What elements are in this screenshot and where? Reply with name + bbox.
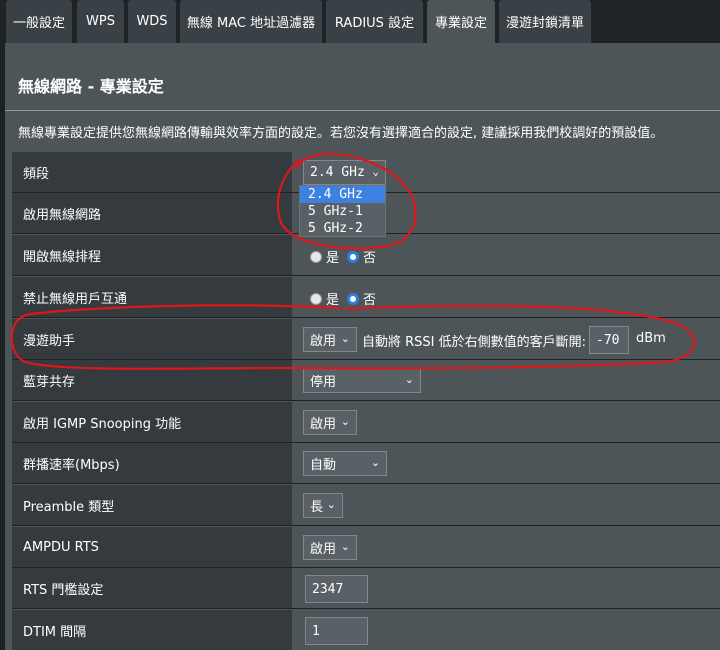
- chevron-down-icon: ⌄: [340, 540, 350, 553]
- tab-mac-filter[interactable]: 無線 MAC 地址過濾器: [180, 0, 322, 43]
- radio-schedule-no-label: 否: [363, 251, 377, 266]
- preamble-select[interactable]: 長 ⌄: [303, 493, 343, 518]
- tab-radius[interactable]: RADIUS 設定: [326, 0, 423, 43]
- rts-input[interactable]: 2347: [305, 575, 368, 603]
- row-igmp-snooping: 啟用 IGMP Snooping 功能 啟用 ⌄: [12, 402, 720, 443]
- page-description: 無線專業設定提供您無線網路傳輸與效率方面的設定。若您沒有選擇適合的設定, 建議採…: [18, 126, 664, 141]
- ap-isolation-no-label: 否: [363, 293, 377, 308]
- tab-bar: 一般設定 WPS WDS 無線 MAC 地址過濾器 RADIUS 設定 專業設定…: [0, 0, 720, 43]
- rssi-unit: dBm: [636, 331, 666, 346]
- igmp-value-cell: 啟用 ⌄: [293, 402, 720, 442]
- radio-schedule-options: 是 否: [310, 247, 384, 266]
- radio-schedule-value-cell: 是 否: [293, 235, 720, 275]
- bluetooth-value-cell: 停用 ⌄: [293, 360, 720, 400]
- roaming-select-value: 啟用: [310, 334, 337, 349]
- roaming-description: 自動將 RSSI 低於右側數值的客戶斷開:: [362, 335, 587, 350]
- chevron-down-icon: ⌄: [370, 456, 380, 469]
- roaming-select[interactable]: 啟用 ⌄: [303, 327, 357, 352]
- ap-isolation-options: 是 否: [310, 289, 384, 308]
- ap-isolation-yes-label: 是: [326, 293, 340, 308]
- band-option-2g[interactable]: 2.4 GHz: [300, 186, 385, 203]
- chevron-down-icon: ⌄: [340, 332, 350, 345]
- dtim-value: 1: [312, 623, 320, 639]
- multicast-select[interactable]: 自動 ⌄: [303, 451, 387, 476]
- enable-radio-label: 啟用無線網路: [12, 193, 292, 233]
- igmp-select-value: 啟用: [310, 417, 337, 432]
- radio-schedule-yes-radio[interactable]: [310, 250, 322, 263]
- roaming-label: 漫遊助手: [12, 319, 292, 359]
- multicast-select-value: 自動: [310, 458, 337, 473]
- radio-schedule-yes-label: 是: [326, 251, 340, 266]
- rts-value: 2347: [312, 581, 344, 597]
- chevron-down-icon: ⌄: [326, 498, 336, 511]
- igmp-label: 啟用 IGMP Snooping 功能: [12, 402, 292, 442]
- preamble-value-cell: 長 ⌄: [293, 485, 720, 525]
- bluetooth-label: 藍芽共存: [12, 360, 292, 400]
- igmp-select[interactable]: 啟用 ⌄: [303, 410, 357, 435]
- row-radio-schedule: 開啟無線排程 是 否: [12, 235, 720, 276]
- chevron-down-icon: ⌄: [340, 415, 350, 428]
- band-option-5g1[interactable]: 5 GHz-1: [300, 203, 385, 220]
- title-divider: [5, 110, 720, 111]
- ampdu-value-cell: 啟用 ⌄: [293, 527, 720, 567]
- multicast-value-cell: 自動 ⌄: [293, 443, 720, 483]
- preamble-select-value: 長: [310, 500, 324, 515]
- ap-isolation-yes-radio[interactable]: [310, 292, 322, 305]
- dtim-input[interactable]: 1: [305, 617, 368, 645]
- bluetooth-select[interactable]: 停用 ⌄: [303, 368, 421, 393]
- band-select[interactable]: 2.4 GHz ⌄: [303, 160, 386, 185]
- page-title: 無線網路 - 專業設定: [18, 77, 164, 96]
- rts-label: RTS 門檻設定: [12, 568, 292, 608]
- row-rts-threshold: RTS 門檻設定 2347: [12, 568, 720, 609]
- band-option-5g2[interactable]: 5 GHz-2: [300, 220, 385, 237]
- radio-schedule-no-radio[interactable]: [347, 250, 360, 263]
- ap-isolation-value-cell: 是 否: [293, 277, 720, 317]
- row-multicast-rate: 群播速率(Mbps) 自動 ⌄: [12, 443, 720, 484]
- row-preamble: Preamble 類型 長 ⌄: [12, 485, 720, 526]
- row-ap-isolation: 禁止無線用戶互通 是 否: [12, 277, 720, 318]
- row-dtim-interval: DTIM 間隔 1: [12, 610, 720, 650]
- chevron-down-icon: ⌄: [372, 165, 379, 178]
- ampdu-label: AMPDU RTS: [12, 527, 292, 567]
- chevron-down-icon: ⌄: [404, 373, 414, 386]
- band-dropdown-list: 2.4 GHz 5 GHz-1 5 GHz-2: [299, 185, 386, 237]
- tab-wps[interactable]: WPS: [77, 0, 124, 43]
- bluetooth-select-value: 停用: [310, 375, 337, 390]
- rssi-value: -70: [596, 332, 620, 348]
- tab-roaming-block-list[interactable]: 漫遊封鎖清單: [499, 0, 591, 43]
- ampdu-select[interactable]: 啟用 ⌄: [303, 535, 357, 560]
- band-label: 頻段: [12, 152, 292, 192]
- rts-value-cell: 2347: [293, 568, 720, 608]
- ap-isolation-label: 禁止無線用戶互通: [12, 277, 292, 317]
- band-select-value: 2.4 GHz: [310, 165, 365, 180]
- multicast-label: 群播速率(Mbps): [12, 443, 292, 483]
- dtim-label: DTIM 間隔: [12, 610, 292, 650]
- row-bluetooth-coexistence: 藍芽共存 停用 ⌄: [12, 360, 720, 401]
- row-ampdu-rts: AMPDU RTS 啟用 ⌄: [12, 527, 720, 568]
- row-roaming-assistant: 漫遊助手 啟用 ⌄ 自動將 RSSI 低於右側數值的客戶斷開: -70 dBm: [12, 319, 720, 360]
- rssi-input[interactable]: -70: [589, 326, 629, 354]
- settings-panel: 無線網路 - 專業設定 無線專業設定提供您無線網路傳輸與效率方面的設定。若您沒有…: [5, 43, 720, 650]
- ampdu-select-value: 啟用: [310, 542, 337, 557]
- radio-schedule-label: 開啟無線排程: [12, 235, 292, 275]
- tab-professional[interactable]: 專業設定: [427, 0, 495, 43]
- tab-general[interactable]: 一般設定: [6, 0, 72, 43]
- preamble-label: Preamble 類型: [12, 485, 292, 525]
- tab-wds[interactable]: WDS: [128, 0, 176, 43]
- roaming-value-cell: 啟用 ⌄ 自動將 RSSI 低於右側數值的客戶斷開: -70 dBm: [293, 319, 720, 359]
- ap-isolation-no-radio[interactable]: [347, 292, 360, 305]
- dtim-value-cell: 1: [293, 610, 720, 650]
